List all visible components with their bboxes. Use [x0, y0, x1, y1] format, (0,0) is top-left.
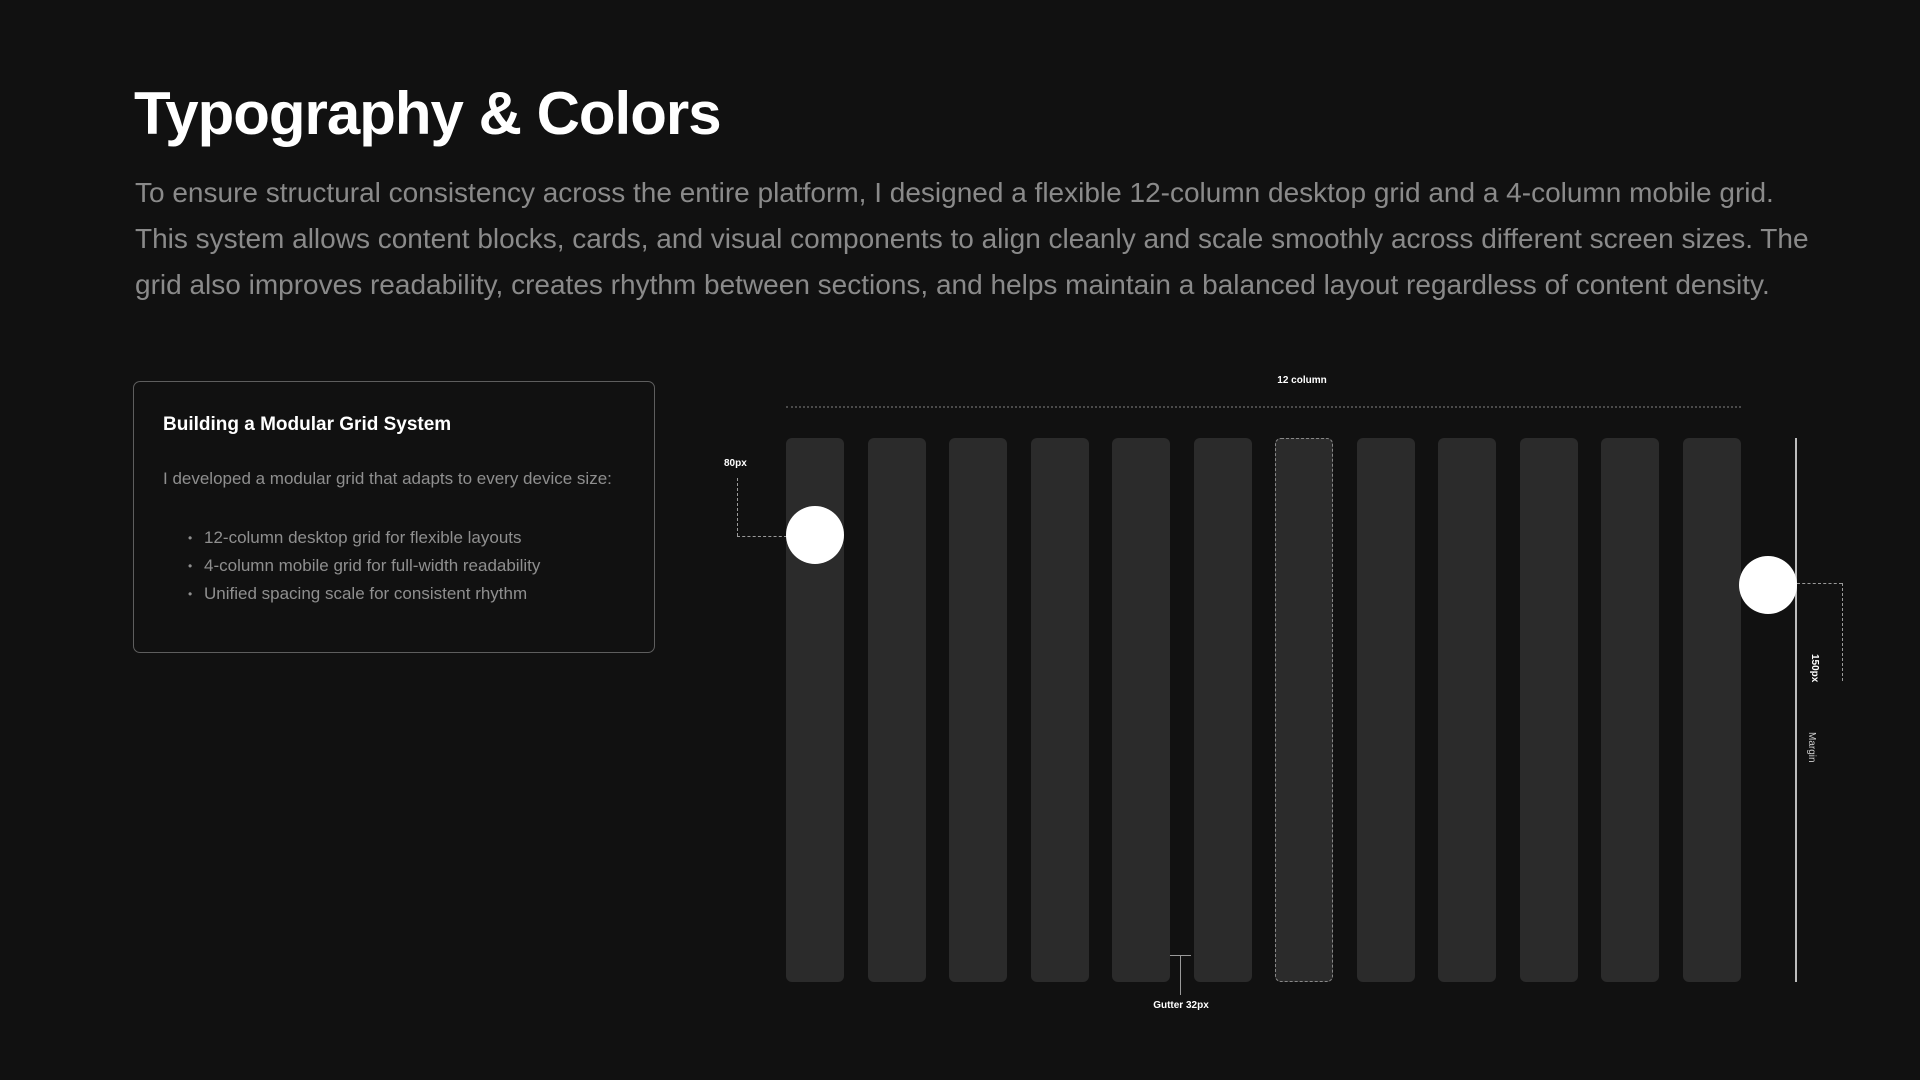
- grid-column: [949, 438, 1007, 982]
- offset-label: 80px: [724, 458, 747, 469]
- gutter-label: Gutter 32px: [1153, 1000, 1209, 1011]
- grid-column: [1601, 438, 1659, 982]
- grid-column: [1112, 438, 1170, 982]
- grid-column: [1031, 438, 1089, 982]
- margin-line: [1795, 438, 1797, 982]
- grid-column: [1438, 438, 1496, 982]
- offset-marker-circle: [786, 506, 844, 564]
- grid-system-card: Building a Modular Grid System I develop…: [133, 381, 655, 653]
- height-label: 150px: [1809, 654, 1820, 683]
- bullet-icon: •: [188, 531, 193, 545]
- offset-dashed-vertical: [737, 478, 738, 536]
- grid-column: [868, 438, 926, 982]
- page-title: Typography & Colors: [134, 80, 722, 147]
- list-item-text: 12-column desktop grid for flexible layo…: [204, 528, 522, 547]
- margin-label: Margin: [1806, 732, 1817, 763]
- list-item-text: 4-column mobile grid for full-width read…: [204, 556, 541, 575]
- grid-column: [1275, 438, 1333, 982]
- grid-column: [1194, 438, 1252, 982]
- column-span-dotted-line: [786, 406, 1741, 408]
- gutter-marker-stem: [1180, 955, 1181, 995]
- page: Typography & Colors To ensure structural…: [0, 0, 1920, 1080]
- height-dashed-vertical: [1842, 583, 1843, 681]
- grid-column: [1357, 438, 1415, 982]
- grid-column: [1683, 438, 1741, 982]
- list-item-text: Unified spacing scale for consistent rhy…: [204, 584, 528, 603]
- margin-marker-circle: [1739, 556, 1797, 614]
- card-title: Building a Modular Grid System: [163, 414, 452, 435]
- card-description: I developed a modular grid that adapts t…: [163, 469, 612, 488]
- column-count-label: 12 column: [1277, 375, 1327, 386]
- bullet-icon: •: [188, 559, 193, 573]
- list-item: • 12-column desktop grid for flexible la…: [188, 524, 540, 552]
- height-dashed-horizontal: [1797, 583, 1842, 584]
- bullet-icon: •: [188, 587, 193, 601]
- list-item: • 4-column mobile grid for full-width re…: [188, 552, 540, 580]
- grid-column: [1520, 438, 1578, 982]
- offset-dashed-horizontal: [737, 536, 787, 537]
- card-feature-list: • 12-column desktop grid for flexible la…: [188, 524, 540, 608]
- list-item: • Unified spacing scale for consistent r…: [188, 580, 540, 608]
- intro-paragraph: To ensure structural consistency across …: [135, 177, 1809, 300]
